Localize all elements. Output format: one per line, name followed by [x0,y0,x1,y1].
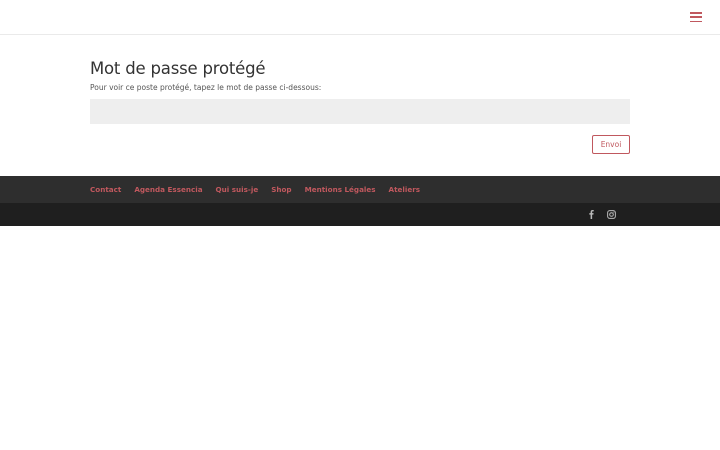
footer-link-mentions-legales[interactable]: Mentions Légales [305,185,376,194]
footer-link-ateliers[interactable]: Ateliers [389,185,421,194]
footer-links: Contact Agenda Essencia Qui suis-je Shop… [90,176,433,203]
password-instructions: Pour voir ce poste protégé, tapez le mot… [90,83,322,92]
submit-button[interactable]: Envoi [592,135,630,154]
facebook-icon[interactable] [587,210,596,219]
footer-bottom-bar [0,203,720,226]
footer-link-qui-suis-je[interactable]: Qui suis-je [216,185,259,194]
menu-line [690,16,702,18]
menu-line [690,20,702,22]
submit-row: Envoi [90,124,630,164]
footer-nav: Contact Agenda Essencia Qui suis-je Shop… [0,176,720,203]
instagram-icon[interactable] [607,210,616,219]
password-input[interactable] [90,99,630,124]
page-title: Mot de passe protégé [90,59,266,78]
footer-link-contact[interactable]: Contact [90,185,121,194]
social-links [587,210,616,219]
main-content: Mot de passe protégé Pour voir ce poste … [90,58,630,164]
hamburger-menu-icon[interactable] [690,12,702,22]
footer-link-shop[interactable]: Shop [271,185,291,194]
site-header [0,0,720,35]
footer-link-agenda-essencia[interactable]: Agenda Essencia [134,185,202,194]
menu-line [690,12,702,14]
